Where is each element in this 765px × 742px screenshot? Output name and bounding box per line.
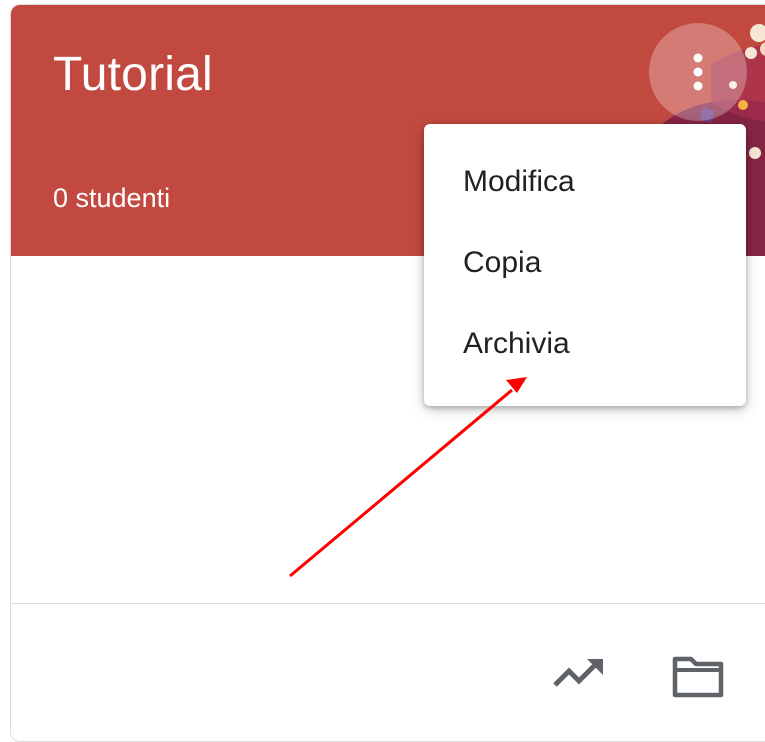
trending-up-icon[interactable]: [551, 655, 607, 691]
card-options-menu: Modifica Copia Archivia: [424, 124, 746, 406]
class-title[interactable]: Tutorial: [53, 48, 213, 102]
menu-item-copy[interactable]: Copia: [424, 222, 746, 303]
footer-divider: [11, 603, 765, 604]
folder-icon[interactable]: [671, 655, 725, 699]
more-vert-icon: [693, 53, 703, 91]
more-options-button[interactable]: [649, 23, 747, 121]
menu-item-archive[interactable]: Archivia: [424, 303, 746, 384]
student-count: 0 studenti: [53, 183, 171, 213]
menu-item-edit[interactable]: Modifica: [424, 141, 746, 222]
